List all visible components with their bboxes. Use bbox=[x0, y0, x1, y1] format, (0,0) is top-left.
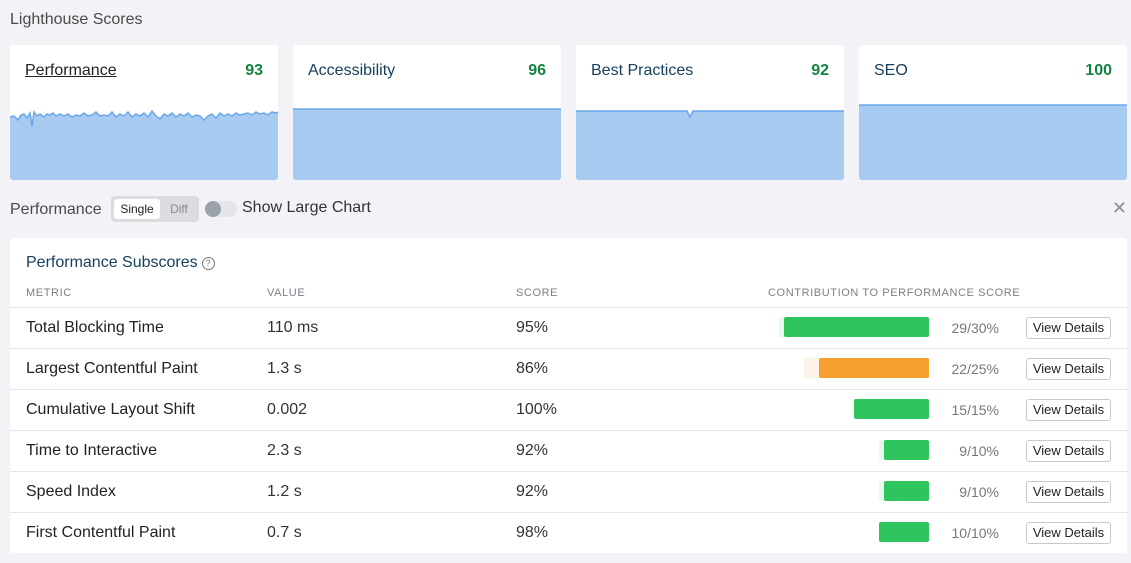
metric-value: 0.7 s bbox=[267, 524, 302, 541]
contribution-text: 22/25% bbox=[951, 361, 999, 377]
card-performance[interactable]: Performance 93 bbox=[10, 45, 278, 180]
metric-score: 92% bbox=[516, 442, 549, 459]
card-label: Accessibility bbox=[308, 62, 396, 79]
contribution-text: 10/10% bbox=[951, 525, 999, 541]
card-score: 96 bbox=[528, 62, 546, 79]
metric-value: 110 ms bbox=[267, 319, 319, 336]
metric-name: Total Blocking Time bbox=[26, 319, 164, 336]
best-practices-trend-chart bbox=[576, 110, 844, 180]
view-details-button[interactable]: View Details bbox=[1026, 317, 1111, 339]
card-score: 100 bbox=[1085, 62, 1112, 79]
card-seo[interactable]: SEO 100 bbox=[859, 45, 1127, 180]
view-details-button[interactable]: View Details bbox=[1026, 522, 1111, 544]
card-best-practices[interactable]: Best Practices 92 bbox=[576, 45, 844, 180]
metric-value: 1.2 s bbox=[267, 483, 302, 500]
view-details-button[interactable]: View Details bbox=[1026, 399, 1111, 421]
toggle-knob bbox=[205, 201, 221, 217]
section-title: Lighthouse Scores bbox=[10, 11, 143, 28]
large-chart-toggle-label[interactable]: Show Large Chart bbox=[242, 199, 371, 217]
subscores-title-text: Performance Subscores bbox=[26, 254, 198, 271]
metric-score: 95% bbox=[516, 319, 549, 336]
score-cards: Performance 93 Accessibility 96 Best Pra… bbox=[10, 45, 1127, 180]
metric-score: 92% bbox=[516, 483, 549, 500]
metric-value: 2.3 s bbox=[267, 442, 302, 459]
metric-value: 0.002 bbox=[267, 401, 308, 418]
subscores-title: Performance Subscores? bbox=[26, 254, 215, 272]
card-label: Best Practices bbox=[591, 62, 694, 79]
contribution-bar-earned bbox=[879, 522, 929, 542]
contribution-bar-earned bbox=[884, 440, 929, 460]
metric-score: 100% bbox=[516, 401, 557, 418]
seo-trend-chart bbox=[859, 104, 1127, 180]
view-details-button[interactable]: View Details bbox=[1026, 440, 1111, 462]
table-row: First Contentful Paint 0.7 s 98% 10/10% View… bbox=[10, 513, 1127, 554]
contribution-bar-earned bbox=[854, 399, 929, 419]
column-contribution: CONTRIBUTION TO PERFORMANCE SCORE bbox=[768, 287, 1021, 299]
subscores-panel: Performance Subscores? METRIC VALUE SCOR… bbox=[10, 238, 1127, 553]
performance-controls: Performance Single Diff Show Large Chart… bbox=[10, 196, 1127, 222]
metric-score: 86% bbox=[516, 360, 549, 377]
contribution-bar-earned bbox=[784, 317, 929, 337]
contribution-text: 9/10% bbox=[959, 484, 999, 500]
table-row: Cumulative Layout Shift 0.002 100% 15/15% Vi… bbox=[10, 390, 1127, 431]
contribution-text: 9/10% bbox=[959, 443, 999, 459]
view-details-button[interactable]: View Details bbox=[1026, 481, 1111, 503]
performance-trend-chart bbox=[10, 109, 278, 180]
card-label: SEO bbox=[874, 62, 908, 79]
contribution-text: 29/30% bbox=[951, 320, 999, 336]
table-row: Speed Index 1.2 s 92% 9/10% View Details bbox=[10, 472, 1127, 513]
column-value: VALUE bbox=[267, 287, 306, 299]
view-details-button[interactable]: View Details bbox=[1026, 358, 1111, 380]
table-row: Largest Contentful Paint 1.3 s 86% 22/25% Vi… bbox=[10, 349, 1127, 390]
table-row: Time to Interactive 2.3 s 92% 9/10% View Det… bbox=[10, 431, 1127, 472]
large-chart-toggle[interactable] bbox=[205, 201, 237, 217]
metric-name: Speed Index bbox=[26, 483, 116, 500]
card-accessibility[interactable]: Accessibility 96 bbox=[293, 45, 561, 180]
mode-diff-button[interactable]: Diff bbox=[162, 199, 196, 219]
close-icon[interactable]: ✕ bbox=[1112, 198, 1127, 219]
metric-name: First Contentful Paint bbox=[26, 524, 176, 541]
contribution-bar-earned bbox=[884, 481, 929, 501]
accessibility-trend-chart bbox=[293, 108, 561, 180]
metric-value: 1.3 s bbox=[267, 360, 302, 377]
card-score: 92 bbox=[811, 62, 829, 79]
column-score: SCORE bbox=[516, 287, 559, 299]
table-row: Total Blocking Time 110 ms 95% 29/30% View D… bbox=[10, 308, 1127, 349]
metric-score: 98% bbox=[516, 524, 549, 541]
metric-name: Largest Contentful Paint bbox=[26, 360, 198, 377]
metric-name: Cumulative Layout Shift bbox=[26, 401, 195, 418]
contribution-bar-earned bbox=[819, 358, 929, 378]
card-score: 93 bbox=[245, 62, 263, 79]
metric-name: Time to Interactive bbox=[26, 442, 158, 459]
mode-segmented-control: Single Diff bbox=[111, 196, 199, 222]
mode-single-button[interactable]: Single bbox=[114, 199, 160, 219]
contribution-text: 15/15% bbox=[951, 402, 999, 418]
column-metric: METRIC bbox=[26, 287, 72, 299]
table-header: METRIC VALUE SCORE CONTRIBUTION TO PERFO… bbox=[10, 287, 1127, 308]
help-icon[interactable]: ? bbox=[201, 257, 215, 270]
performance-label: Performance bbox=[10, 201, 102, 218]
card-label[interactable]: Performance bbox=[25, 62, 117, 80]
